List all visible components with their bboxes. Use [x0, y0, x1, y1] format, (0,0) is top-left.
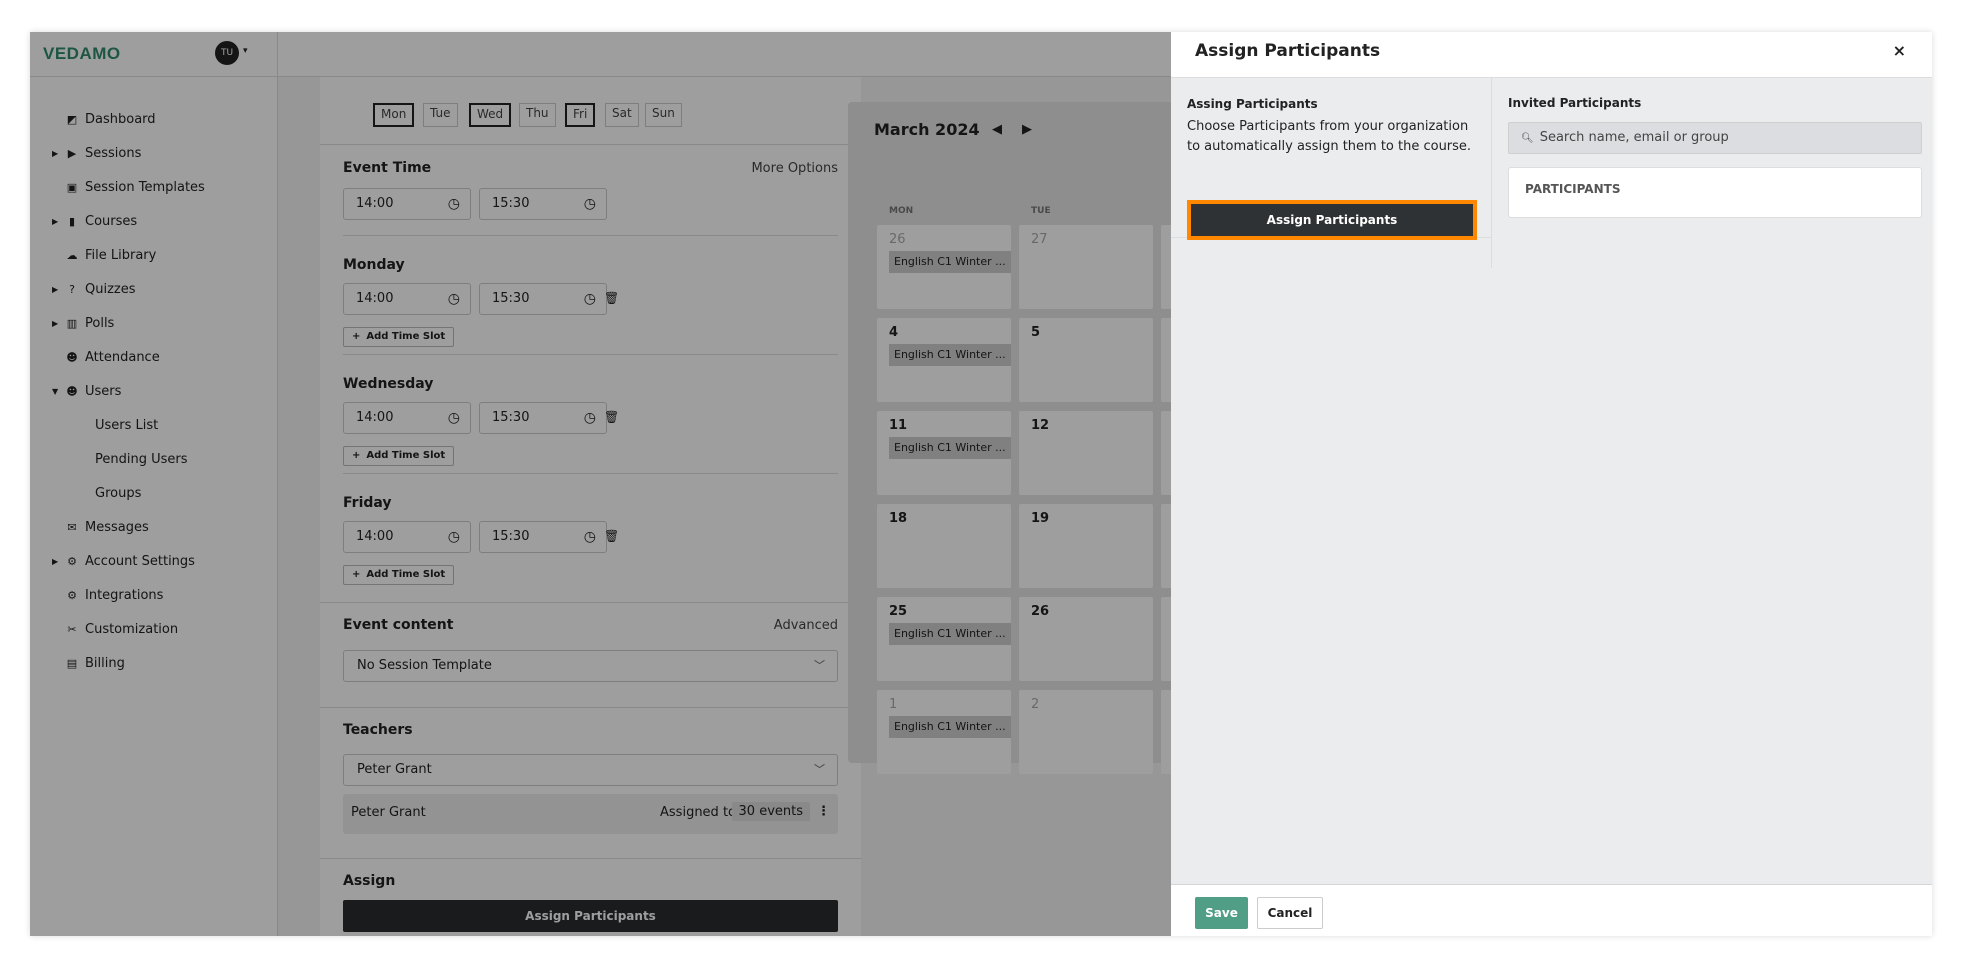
participant-search-input[interactable]: 🔍︎ Search name, email or group	[1508, 122, 1922, 154]
modal-title: Assign Participants	[1195, 41, 1381, 61]
modal-footer: Save Cancel	[1171, 884, 1932, 936]
modal-header: Assign Participants ×	[1171, 32, 1932, 78]
search-icon: 🔍︎	[1521, 133, 1534, 144]
close-icon[interactable]: ×	[1893, 41, 1906, 60]
modal-assign-participants-button[interactable]: Assign Participants	[1187, 200, 1477, 240]
search-placeholder: Search name, email or group	[1539, 130, 1729, 145]
assign-panel: Assing Participants Choose Participants …	[1171, 78, 1492, 240]
participants-header: PARTICIPANTS	[1525, 182, 1621, 196]
assign-participants-modal: Assign Participants × Assing Participant…	[1171, 32, 1932, 936]
assign-panel-title: Assing Participants	[1187, 97, 1318, 111]
modal-backdrop[interactable]	[30, 32, 1171, 936]
cancel-button[interactable]: Cancel	[1257, 897, 1323, 929]
assign-panel-description: Choose Participants from your organizati…	[1187, 119, 1472, 154]
invited-participants-title: Invited Participants	[1508, 96, 1642, 110]
divider	[1491, 238, 1492, 268]
save-button[interactable]: Save	[1195, 897, 1248, 929]
app-window: VEDAMO TU ▾ ◩ Dashboard ▶ ▶ Sessions ▣ Session…	[30, 32, 1932, 936]
participants-list: PARTICIPANTS	[1508, 167, 1922, 218]
